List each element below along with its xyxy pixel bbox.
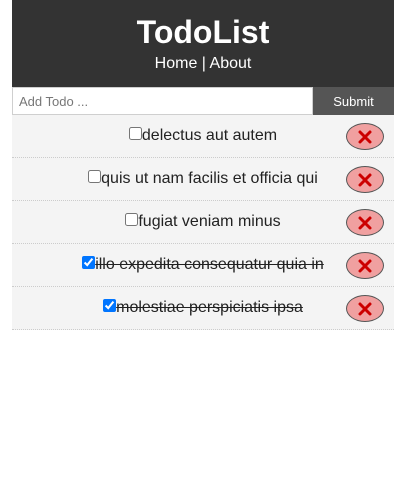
todo-checkbox[interactable] <box>103 298 117 312</box>
todo-item: quis ut nam facilis et officia qui <box>12 158 394 201</box>
delete-button[interactable] <box>346 295 384 322</box>
todo-content: quis ut nam facilis et officia qui <box>88 169 318 188</box>
add-todo-input[interactable] <box>12 87 313 115</box>
close-icon <box>358 216 372 229</box>
todo-checkbox[interactable] <box>88 169 102 183</box>
todo-title: illo expedita consequatur quia in <box>95 256 324 273</box>
todo-content: fugiat veniam minus <box>125 212 281 231</box>
todo-title: molestiae perspiciatis ipsa <box>116 299 303 316</box>
todo-title: quis ut nam facilis et officia qui <box>101 170 318 187</box>
app-header: TodoList Home | About <box>12 0 394 87</box>
todo-content: illo expedita consequatur quia in <box>82 255 324 274</box>
close-icon <box>358 302 372 315</box>
submit-button[interactable]: Submit <box>313 87 394 115</box>
todo-item: fugiat veniam minus <box>12 201 394 244</box>
todo-title: delectus aut autem <box>141 127 278 144</box>
nav-separator: | <box>197 55 210 72</box>
delete-button[interactable] <box>346 123 384 150</box>
todo-checkbox[interactable] <box>125 212 139 226</box>
nav-about-link[interactable]: About <box>210 55 252 72</box>
todo-item: delectus aut autem <box>12 115 394 158</box>
page-title: TodoList <box>136 14 270 50</box>
nav-links: Home | About <box>12 54 394 74</box>
todo-title: fugiat veniam minus <box>138 213 281 230</box>
nav-home-link[interactable]: Home <box>155 55 198 72</box>
todo-list: delectus aut autem quis ut nam facilis e… <box>12 115 394 330</box>
todo-item: molestiae perspiciatis ipsa <box>12 287 394 330</box>
close-icon <box>358 130 372 143</box>
add-todo-form: Submit <box>12 87 394 115</box>
todo-checkbox[interactable] <box>82 255 96 269</box>
close-icon <box>358 173 372 186</box>
todo-content: molestiae perspiciatis ipsa <box>103 298 303 317</box>
close-icon <box>358 259 372 272</box>
delete-button[interactable] <box>346 209 384 236</box>
delete-button[interactable] <box>346 166 384 193</box>
todo-content: delectus aut autem <box>128 126 278 145</box>
todo-item: illo expedita consequatur quia in <box>12 244 394 287</box>
todo-checkbox[interactable] <box>128 126 142 140</box>
delete-button[interactable] <box>346 252 384 279</box>
todo-app: TodoList Home | About Submit delectus au… <box>12 0 394 330</box>
